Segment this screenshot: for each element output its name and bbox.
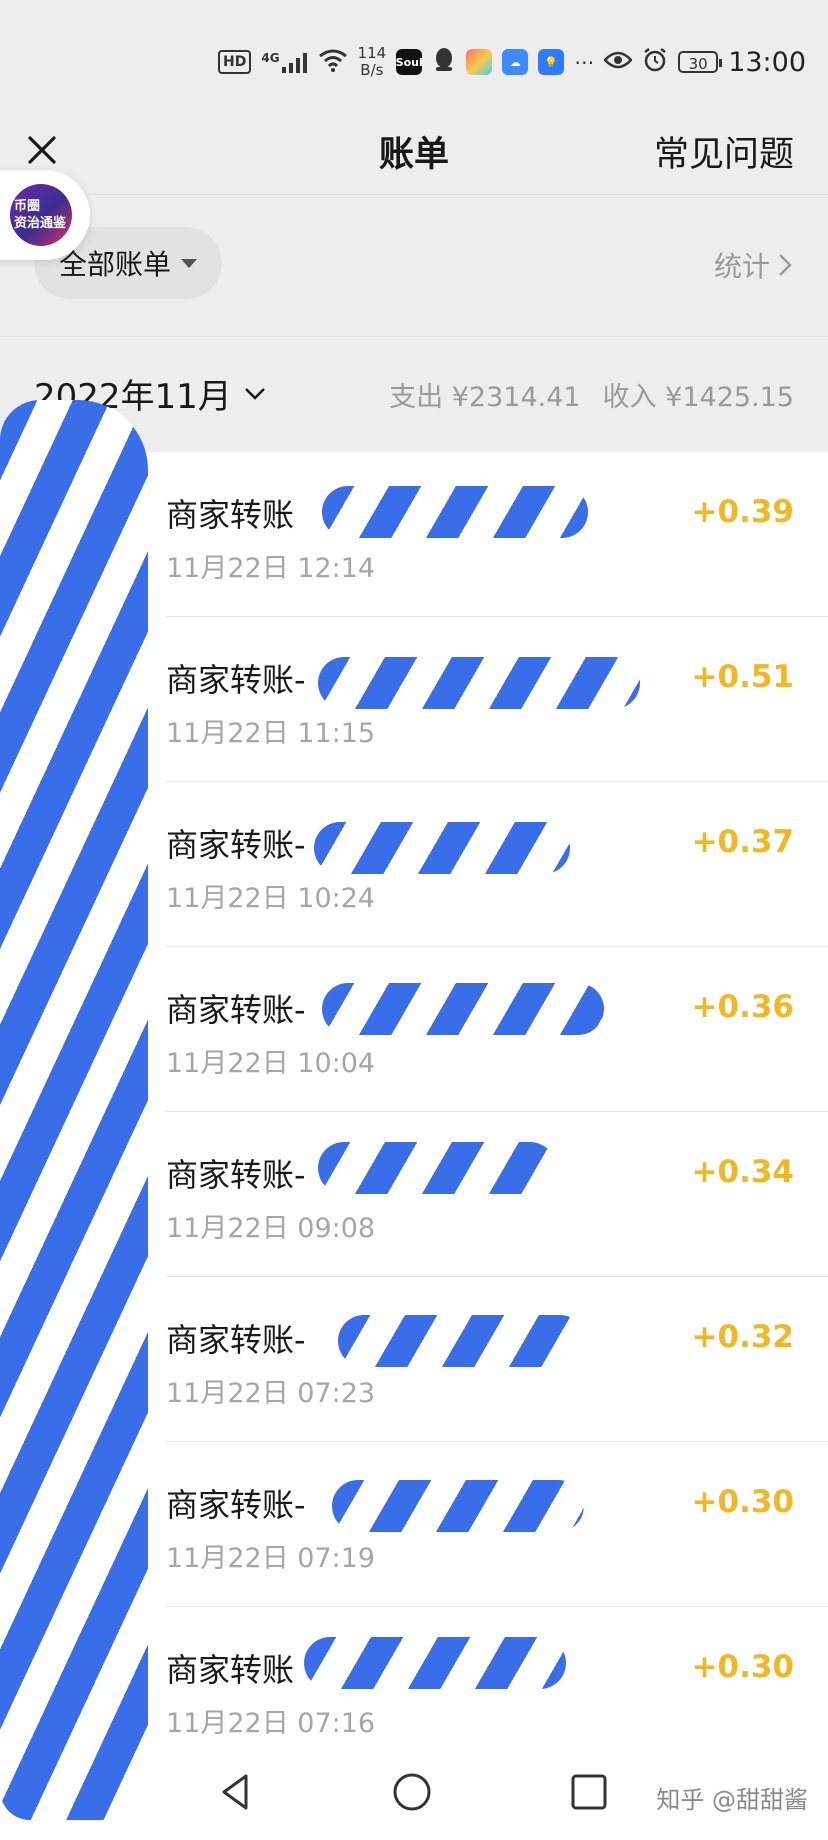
signal-icon: 4G xyxy=(261,51,307,73)
app-icon xyxy=(466,49,493,75)
transaction-name: 商家转账 xyxy=(166,1651,295,1689)
transaction-name: 商家转账- xyxy=(166,661,306,699)
soul-app-icon: Soul xyxy=(395,49,423,75)
speed-unit: B/s xyxy=(360,61,384,79)
redaction-mark xyxy=(332,1480,584,1532)
nav-home-button[interactable] xyxy=(390,1770,434,1814)
status-bar: HD 4G 114 B/s Soul ☁ 💡 ⋯ 30 13:00 xyxy=(0,0,828,112)
back-triangle-icon xyxy=(222,1774,248,1810)
transaction-amount: +0.34 xyxy=(691,1154,794,1190)
wifi-icon xyxy=(318,48,348,76)
logo-line-1: 币圈 xyxy=(14,199,41,214)
redaction-mark xyxy=(318,1142,556,1194)
network-type-label: 4G xyxy=(261,51,280,65)
home-circle-icon xyxy=(393,1773,431,1811)
stats-link[interactable]: 统计 xyxy=(714,245,792,285)
logo: 币圈 资治通鉴 xyxy=(10,184,72,246)
recent-square-icon xyxy=(571,1774,607,1810)
speed-value: 114 xyxy=(357,44,387,62)
transaction-amount: +0.51 xyxy=(691,659,794,695)
bill-screen: HD 4G 114 B/s Soul ☁ 💡 ⋯ 30 13:00 账单 常见问… xyxy=(0,0,828,1840)
transaction-time: 11月22日 11:15 xyxy=(166,718,376,749)
watermark: 知乎 @甜甜酱 xyxy=(656,1786,808,1814)
expense-total: 支出 ¥2314.41 xyxy=(389,382,581,413)
transaction-time: 11月22日 12:14 xyxy=(166,553,376,584)
more-icon: ⋯ xyxy=(574,50,595,74)
transaction-time: 11月22日 10:04 xyxy=(166,1048,376,1079)
filter-row: 全部账单 统计 xyxy=(0,194,828,337)
hd-icon: HD xyxy=(218,50,252,74)
transaction-name: 商家转账- xyxy=(166,1156,306,1194)
transaction-time: 11月22日 07:19 xyxy=(166,1543,376,1574)
alarm-icon xyxy=(642,47,668,77)
stats-label: 统计 xyxy=(713,250,770,283)
faq-link[interactable]: 常见问题 xyxy=(654,126,794,177)
transaction-time: 11月22日 07:16 xyxy=(166,1708,376,1739)
transaction-amount: +0.37 xyxy=(691,824,794,860)
redaction-mark xyxy=(318,657,640,709)
status-time: 13:00 xyxy=(728,46,806,78)
transaction-time: 11月22日 09:08 xyxy=(166,1213,376,1244)
redaction-mark xyxy=(314,822,570,874)
bulb-icon: 💡 xyxy=(538,49,565,75)
transaction-name: 商家转账- xyxy=(166,1321,306,1359)
redaction-mark xyxy=(338,1315,586,1367)
transaction-time: 11月22日 10:24 xyxy=(166,883,376,914)
transaction-amount: +0.32 xyxy=(691,1319,794,1355)
soul-app-label: Soul xyxy=(395,55,423,69)
caret-down-icon xyxy=(181,258,197,268)
transaction-name: 商家转账- xyxy=(166,991,306,1029)
transaction-name: 商家转账 xyxy=(166,496,295,534)
filter-label: 全部账单 xyxy=(58,248,171,281)
transaction-amount: +0.36 xyxy=(691,989,794,1025)
nav-back-button[interactable] xyxy=(214,1770,258,1814)
status-icons: HD 4G 114 B/s Soul ☁ 💡 ⋯ 30 13:00 xyxy=(218,42,806,82)
title-bar: 账单 常见问题 xyxy=(0,112,828,194)
transaction-amount: +0.30 xyxy=(691,1649,794,1685)
chevron-down-icon xyxy=(244,387,265,400)
transaction-name: 商家转账- xyxy=(166,1486,306,1524)
income-total: 收入 ¥1425.15 xyxy=(602,382,794,413)
redaction-mark xyxy=(322,983,604,1035)
transaction-amount: +0.39 xyxy=(691,494,794,530)
floating-badge[interactable]: 币圈 资治通鉴 xyxy=(0,170,90,260)
qq-icon xyxy=(432,47,456,77)
nav-recent-button[interactable] xyxy=(567,1770,611,1814)
transaction-time: 11月22日 07:23 xyxy=(166,1378,376,1409)
transaction-name: 商家转账- xyxy=(166,826,306,864)
network-speed: 114 B/s xyxy=(358,45,387,79)
month-summary: 支出 ¥2314.41 收入 ¥1425.15 xyxy=(389,375,794,414)
logo-line-2: 资治通鉴 xyxy=(14,216,67,231)
transaction-amount: +0.30 xyxy=(691,1484,794,1520)
battery-icon: 30 xyxy=(678,51,723,73)
eye-icon xyxy=(603,50,633,74)
cloud-icon: ☁ xyxy=(502,49,529,75)
redaction-mark xyxy=(322,486,588,538)
redaction-scribble xyxy=(0,400,148,1820)
chevron-right-icon xyxy=(779,254,792,276)
redaction-mark xyxy=(304,1637,566,1689)
